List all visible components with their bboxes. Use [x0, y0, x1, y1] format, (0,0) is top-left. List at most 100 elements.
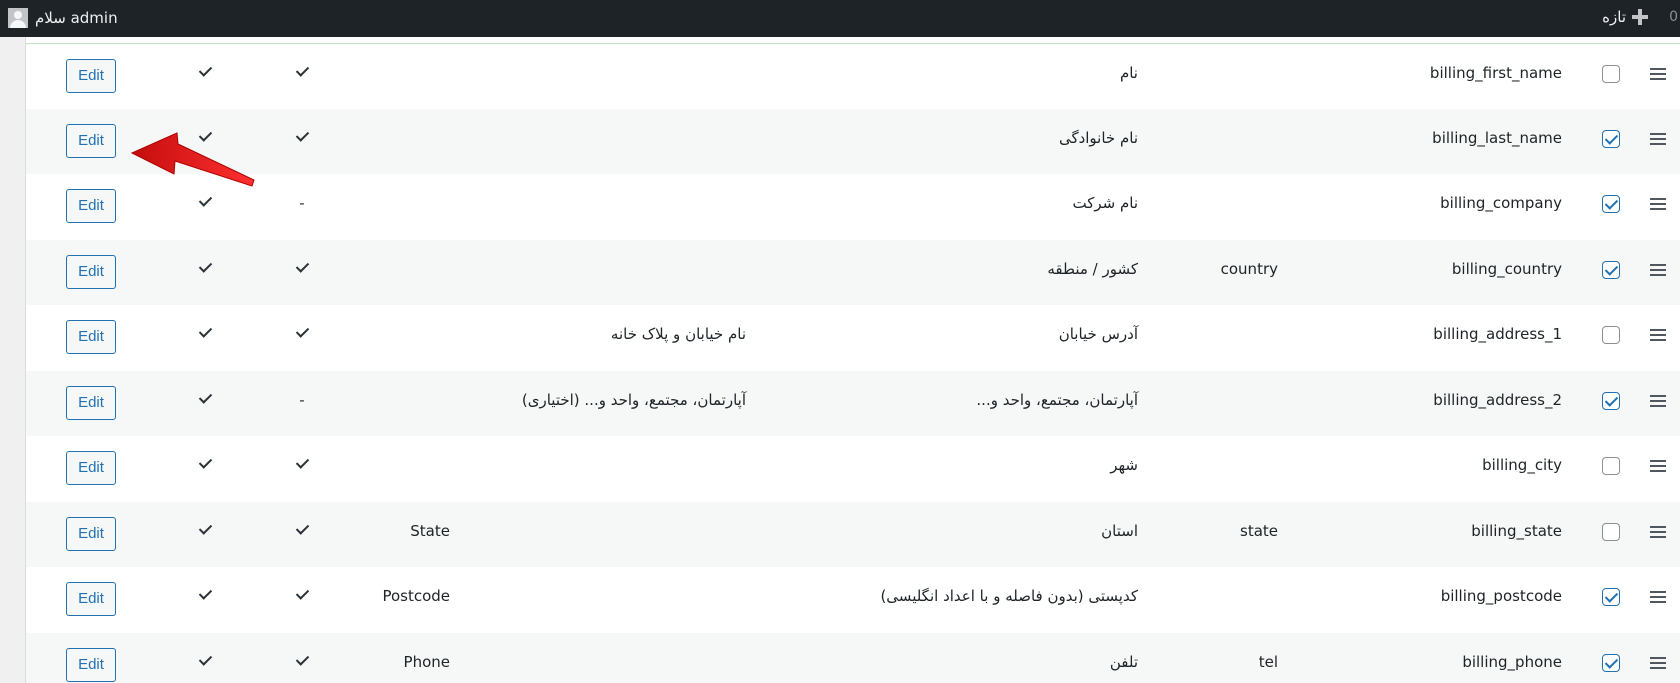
row-checkbox[interactable]: [1602, 653, 1620, 672]
field-name: billing_phone: [1462, 652, 1562, 671]
check-icon: [295, 324, 309, 338]
check-icon: [198, 324, 212, 338]
row-checkbox[interactable]: [1602, 326, 1620, 344]
admin-bar: سلام admin تازه 0: [0, 0, 1680, 37]
field-default: Postcode: [382, 587, 450, 605]
drag-handle-icon[interactable]: [1650, 68, 1666, 80]
field-label: نام خانوادگی: [1058, 128, 1138, 147]
enabled-mark: [198, 519, 212, 539]
account-greeting: سلام admin: [35, 9, 118, 27]
check-icon: [198, 651, 212, 666]
enabled-mark: [198, 126, 212, 146]
required-mark: [295, 584, 309, 604]
drag-handle-icon[interactable]: [1650, 591, 1666, 603]
side-gap: [0, 37, 26, 683]
fields-table: billing_first_name نام Edit billing_last_na…: [26, 37, 1680, 683]
row-checkbox[interactable]: [1602, 391, 1620, 410]
field-name: billing_address_2: [1433, 390, 1562, 409]
row-checkbox[interactable]: [1602, 457, 1620, 475]
field-label: آپارتمان، مجتمع، واحد و...: [976, 390, 1138, 409]
table-row: billing_phone tel تلفن Phone Edit: [26, 632, 1680, 683]
enabled-mark: [198, 322, 212, 342]
enabled-mark: [198, 388, 212, 408]
drag-handle-icon[interactable]: [1650, 329, 1666, 341]
drag-handle-icon[interactable]: [1650, 132, 1666, 145]
field-name: billing_address_1: [1433, 325, 1562, 343]
required-mark: [295, 322, 309, 342]
field-default: State: [410, 521, 450, 540]
check-icon: [295, 127, 309, 142]
row-checkbox[interactable]: [1602, 129, 1620, 148]
field-type: tel: [1258, 652, 1278, 671]
required-mark: [295, 61, 309, 81]
edit-button[interactable]: Edit: [66, 385, 116, 420]
table-row: billing_address_1 آدرس خیابان نام خیابان و…: [26, 305, 1680, 371]
edit-button[interactable]: Edit: [66, 254, 116, 289]
enabled-mark: [198, 257, 212, 277]
new-content-menu[interactable]: تازه: [1602, 8, 1648, 26]
enabled-mark: [198, 650, 212, 670]
edit-button[interactable]: Edit: [66, 582, 116, 616]
required-mark: [295, 650, 309, 670]
edit-button[interactable]: Edit: [66, 516, 116, 551]
field-label: شهر: [1110, 456, 1138, 474]
field-label: نام شرکت: [1072, 194, 1138, 212]
edit-button[interactable]: Edit: [66, 59, 116, 93]
table-row: billing_first_name نام Edit: [26, 43, 1680, 110]
check-icon: [295, 455, 309, 469]
required-mark: -: [299, 194, 305, 212]
drag-handle-icon[interactable]: [1650, 525, 1666, 538]
table-row: billing_address_2 آپارتمان، مجتمع، واحد و…: [26, 370, 1680, 436]
table-row: billing_postcode کدپستی (بدون فاصله و با …: [26, 567, 1680, 633]
table-row: billing_company نام شرکت - Edit: [26, 174, 1680, 240]
drag-handle-icon[interactable]: [1650, 656, 1666, 669]
table-row: billing_country country کشور / منطقه Edit: [26, 239, 1680, 305]
field-label: کشور / منطقه: [1047, 259, 1138, 278]
drag-handle-icon[interactable]: [1650, 263, 1666, 276]
check-icon: [198, 520, 212, 535]
field-type: state: [1240, 521, 1278, 540]
row-checkbox[interactable]: [1602, 260, 1620, 279]
row-checkbox[interactable]: [1602, 65, 1620, 83]
edit-button[interactable]: Edit: [66, 647, 116, 682]
check-icon: [295, 651, 309, 666]
table-row: billing_city شهر Edit: [26, 436, 1680, 502]
field-name: billing_company: [1440, 194, 1562, 212]
field-type: country: [1220, 259, 1278, 278]
edit-button[interactable]: Edit: [66, 320, 116, 354]
field-name: billing_country: [1451, 259, 1562, 278]
account-menu[interactable]: سلام admin: [8, 8, 118, 28]
edit-button[interactable]: Edit: [66, 123, 116, 158]
row-checkbox[interactable]: [1602, 588, 1620, 606]
table-row: billing_last_name نام خانوادگی Edit: [26, 108, 1680, 174]
field-label: تلفن: [1109, 652, 1138, 671]
field-label: کدپستی (بدون فاصله و با اعداد انگلیسی): [880, 587, 1138, 605]
field-name: billing_first_name: [1429, 64, 1562, 82]
drag-handle-icon[interactable]: [1650, 460, 1666, 472]
field-name: billing_state: [1471, 521, 1562, 540]
edit-button[interactable]: Edit: [66, 451, 116, 485]
row-checkbox[interactable]: [1602, 522, 1620, 541]
required-mark: [295, 453, 309, 473]
check-icon: [198, 586, 212, 600]
check-icon: [295, 520, 309, 535]
field-name: billing_postcode: [1440, 587, 1562, 605]
enabled-mark: [198, 191, 212, 211]
avatar-icon: [8, 8, 28, 28]
required-mark: [295, 257, 309, 277]
check-icon: [295, 258, 309, 273]
check-icon: [198, 193, 212, 207]
check-icon: [198, 455, 212, 469]
enabled-mark: [198, 453, 212, 473]
check-icon: [295, 586, 309, 600]
drag-handle-icon[interactable]: [1650, 198, 1666, 210]
table-row: billing_state state استان State Edit: [26, 501, 1680, 567]
check-icon: [198, 127, 212, 142]
field-placeholder: نام خیابان و پلاک خانه: [610, 325, 746, 343]
check-icon: [198, 63, 212, 77]
edit-button[interactable]: Edit: [66, 189, 116, 223]
field-label: استان: [1101, 521, 1138, 540]
row-checkbox[interactable]: [1602, 195, 1620, 213]
drag-handle-icon[interactable]: [1650, 394, 1666, 407]
field-default: Phone: [403, 652, 450, 671]
